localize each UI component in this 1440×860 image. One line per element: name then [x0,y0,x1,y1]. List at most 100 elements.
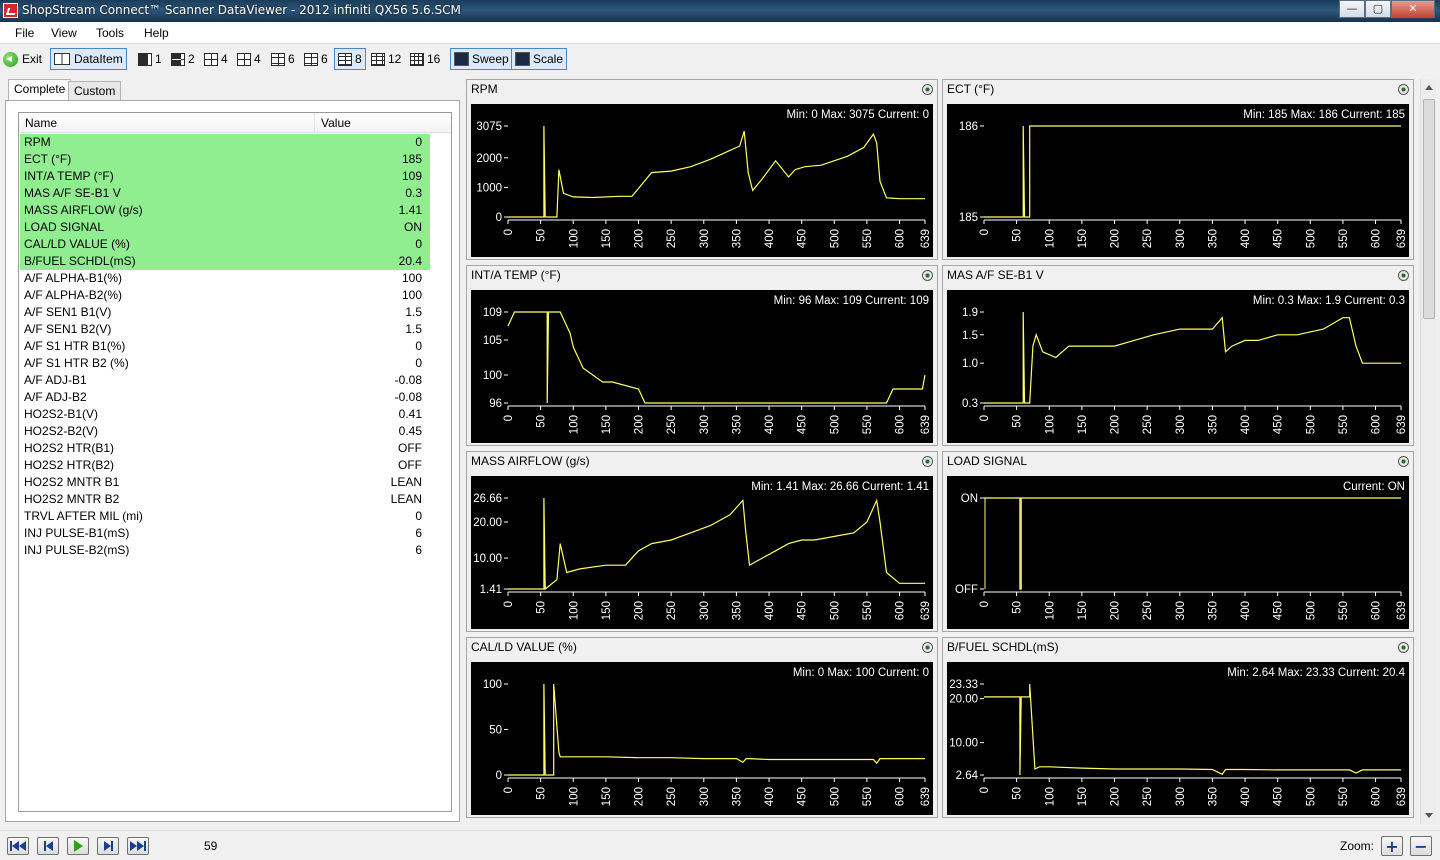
list-item[interactable]: CAL/LD VALUE (%) 0 [20,236,430,253]
layout-6b-button[interactable]: 6 [304,48,328,70]
chart-panel: MASS AIRFLOW (g/s) Min: 1.41 Max: 26.66 C… [466,451,938,632]
list-item[interactable]: HO2S2 HTR(B2) OFF [20,457,430,474]
item-name: HO2S2-B1(V) [24,407,99,421]
x-tick-label: 600 [895,415,907,434]
first-frame-button[interactable] [7,837,29,855]
list-item[interactable]: INT/A TEMP (°F) 109 [20,168,430,185]
item-value: 185 [401,152,422,166]
menu-help[interactable]: Help [144,26,169,40]
list-item[interactable]: A/F ALPHA-B1(%) 100 [20,270,430,287]
x-tick-label: 250 [666,787,678,806]
list-item[interactable]: ECT (°F) 185 [20,151,430,168]
item-value: -0.08 [394,390,422,404]
list-item[interactable]: MAS A/F SE-B1 V 0.3 [20,185,430,202]
item-value: LEAN [390,475,422,489]
chart-toggle-icon[interactable] [1398,84,1409,95]
layout-6a-button[interactable]: 6 [271,48,295,70]
close-button[interactable]: ✕ [1391,0,1435,18]
list-item[interactable]: A/F SEN1 B1(V) 1.5 [20,304,430,321]
y-tick-label: OFF [955,584,978,596]
item-name: HO2S2 MNTR B2 [24,492,120,506]
list-item[interactable]: A/F SEN1 B2(V) 1.5 [20,321,430,338]
last-frame-button[interactable] [127,837,149,855]
scroll-thumb[interactable] [1423,99,1435,319]
zoom-in-button[interactable]: + [1381,836,1403,856]
tab-complete[interactable]: Complete [8,79,72,101]
tab-custom[interactable]: Custom [68,81,122,101]
x-tick-label: 600 [895,229,907,248]
chart-toggle-icon[interactable] [922,456,933,467]
item-value: 0 [415,237,422,251]
y-tick-label: 20.00 [949,694,978,706]
list-item[interactable]: A/F ADJ-B2 -0.08 [20,389,430,406]
list-item[interactable]: HO2S2 HTR(B1) OFF [20,440,430,457]
list-item[interactable]: A/F S1 HTR B2 (%) 0 [20,355,430,372]
zoom-out-button[interactable]: − [1410,836,1432,856]
x-tick-label: 100 [1044,415,1056,434]
chart-toggle-icon[interactable] [922,84,933,95]
menu-file[interactable]: File [15,26,34,40]
chart-toggle-icon[interactable] [922,642,933,653]
column-name-header[interactable]: Name [25,116,57,130]
layout-4b-button[interactable]: 4 [237,48,261,70]
maximize-button[interactable]: ▢ [1365,0,1391,18]
layout-4a-button[interactable]: 4 [204,48,228,70]
item-value: OFF [398,458,422,472]
vertical-scrollbar[interactable] [1420,79,1436,824]
item-name: A/F S1 HTR B2 (%) [24,356,129,370]
x-tick-label: 600 [1371,415,1383,434]
layout-8-button[interactable]: 8 [334,48,366,70]
x-tick-label: 500 [1305,601,1317,620]
list-item[interactable]: HO2S2 MNTR B1 LEAN [20,474,430,491]
layout-2-button[interactable]: 2 [171,48,195,70]
chart-toggle-icon[interactable] [1398,456,1409,467]
minimize-button[interactable]: — [1339,0,1365,18]
exit-button[interactable]: Exit [3,48,42,70]
x-tick-label: 200 [634,787,646,806]
list-item[interactable]: A/F S1 HTR B1(%) 0 [20,338,430,355]
list-item[interactable]: INJ PULSE-B1(mS) 6 [20,525,430,542]
item-name: MASS AIRFLOW (g/s) [24,203,143,217]
x-tick-label: 450 [797,601,809,620]
chart-toggle-icon[interactable] [1398,270,1409,281]
layout-8-label: 8 [355,52,362,66]
x-tick-label: 350 [731,415,743,434]
sweep-button[interactable]: Sweep [450,48,513,70]
list-item[interactable]: HO2S2-B1(V) 0.41 [20,406,430,423]
list-item[interactable]: HO2S2 MNTR B2 LEAN [20,491,430,508]
play-button[interactable] [67,837,89,855]
x-tick-label: 500 [1305,787,1317,806]
x-tick-label: 639 [1396,229,1408,248]
list-item[interactable]: B/FUEL SCHDL(mS) 20.4 [20,253,430,270]
y-tick-label: 2.64 [956,770,979,782]
list-item[interactable]: A/F ALPHA-B2(%) 100 [20,287,430,304]
layout-1-button[interactable]: 1 [138,48,162,70]
menu-view[interactable]: View [51,26,77,40]
scroll-down-icon[interactable] [1425,813,1433,818]
list-item[interactable]: MASS AIRFLOW (g/s) 1.41 [20,202,430,219]
dataitem-button[interactable]: DataItem [50,48,127,70]
data-list[interactable]: Name Value RPM 0 ECT (°F) 185 INT/A TEMP (°F… [18,112,452,812]
list-item[interactable]: LOAD SIGNAL ON [20,219,430,236]
menu-tools[interactable]: Tools [96,26,124,40]
scroll-up-icon[interactable] [1425,85,1433,90]
item-value: 109 [401,169,422,183]
list-item[interactable]: INJ PULSE-B2(mS) 6 [20,542,430,559]
next-frame-button[interactable] [97,837,119,855]
list-item[interactable]: RPM 0 [20,134,430,151]
column-value-header[interactable]: Value [314,113,351,133]
list-item[interactable]: TRVL AFTER MIL (mi) 0 [20,508,430,525]
list-item[interactable]: A/F ADJ-B1 -0.08 [20,372,430,389]
scale-button[interactable]: Scale [511,48,568,70]
chart-svg: Current: ON ON OFF0 50 100 150 200 250 300 350 400… [955,481,1408,620]
y-tick-label: 2000 [476,153,502,165]
chart-plot: Current: ON ON OFF 0 50 100 150 200 250 300 350 400… [947,476,1409,629]
x-tick-label: 200 [1110,787,1122,806]
chart-svg: Min: 2.64 Max: 23.33 Current: 20.4 23.33 2… [949,667,1408,806]
layout-16-button[interactable]: 16 [410,48,440,70]
previous-frame-button[interactable] [37,837,59,855]
layout-12-button[interactable]: 12 [371,48,401,70]
chart-toggle-icon[interactable] [922,270,933,281]
chart-toggle-icon[interactable] [1398,642,1409,653]
list-item[interactable]: HO2S2-B2(V) 0.45 [20,423,430,440]
